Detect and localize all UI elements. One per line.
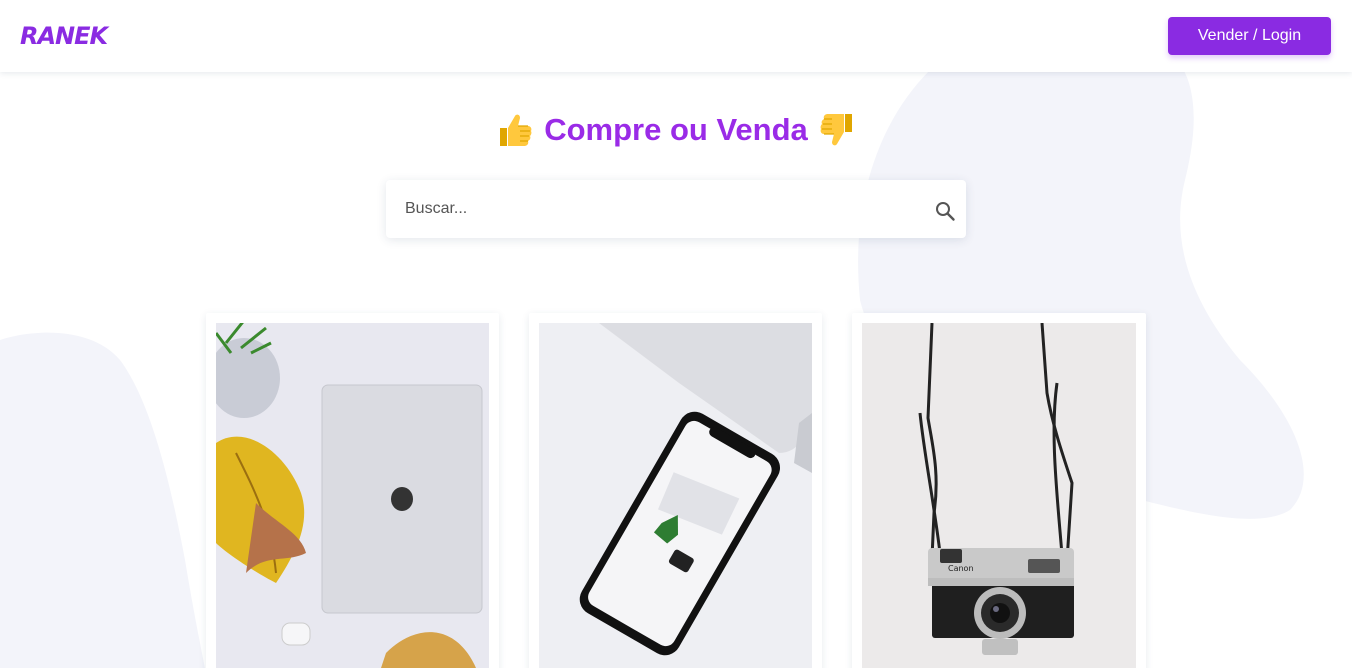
camera-photo[interactable]: Canon <box>862 323 1136 668</box>
search-box <box>386 180 966 238</box>
page-title: Compre ou Venda <box>496 108 856 152</box>
vender-login-button[interactable]: Vender / Login <box>1168 17 1331 55</box>
smartphone-photo[interactable] <box>539 323 812 668</box>
ranek-logo[interactable]: RANEK <box>20 24 108 48</box>
product-card[interactable] <box>529 313 822 668</box>
hero-section: Compre ou Venda <box>0 108 1352 154</box>
thumbs-up-icon <box>500 114 532 146</box>
svg-text:Canon: Canon <box>948 564 974 573</box>
laptop-photo[interactable] <box>216 323 489 668</box>
page-title-text: Compre ou Venda <box>544 112 808 147</box>
product-card[interactable]: Canon <box>852 313 1146 668</box>
search-icon[interactable] <box>934 200 956 222</box>
thumbs-down-icon <box>820 114 852 146</box>
top-header: RANEK Vender / Login <box>0 0 1352 72</box>
search-input[interactable] <box>386 180 926 238</box>
product-card[interactable] <box>206 313 499 668</box>
